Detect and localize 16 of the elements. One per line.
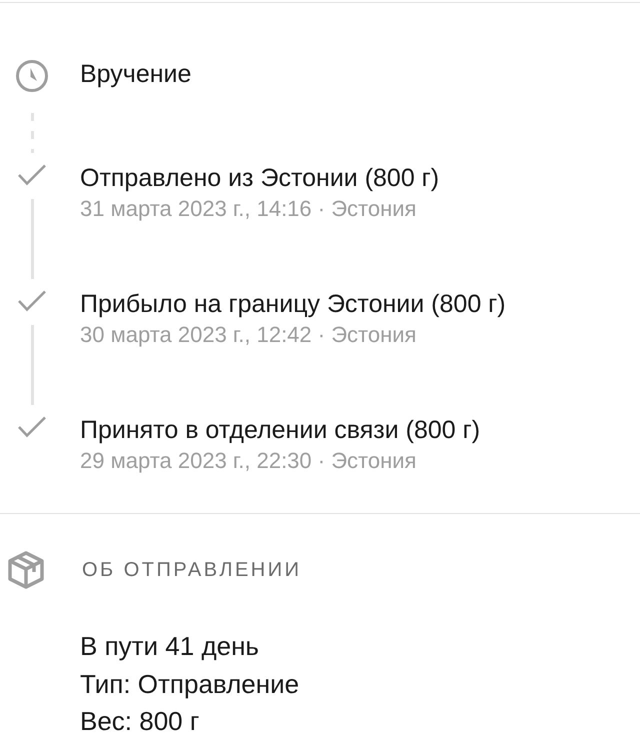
detail-line: Тип: Отправление (80, 668, 300, 700)
detail-line: Вес: 800 г (80, 705, 200, 738)
checkmark-icon (17, 163, 47, 187)
package-icon (6, 550, 46, 590)
detail-line: В пути 41 день (80, 630, 260, 663)
event-title: Вручение (80, 59, 192, 90)
event-date: 29 марта 2023 г., 22:30 · Эстония (80, 447, 418, 475)
event-title: Отправлено из Эстонии (800 г) (80, 163, 440, 194)
checkmark-icon (17, 415, 47, 439)
event-date: 31 марта 2023 г., 14:16 · Эстония (80, 195, 418, 223)
event-title: Принято в отделении связи (800 г) (80, 415, 482, 446)
section-heading: ОБ ОТПРАВЛЕНИИ (82, 558, 302, 582)
clock-icon (15, 59, 49, 93)
event-title: Прибыло на границу Эстонии (800 г) (80, 289, 507, 320)
checkmark-icon (17, 289, 47, 313)
event-date: 30 марта 2023 г., 12:42 · Эстония (80, 321, 418, 349)
